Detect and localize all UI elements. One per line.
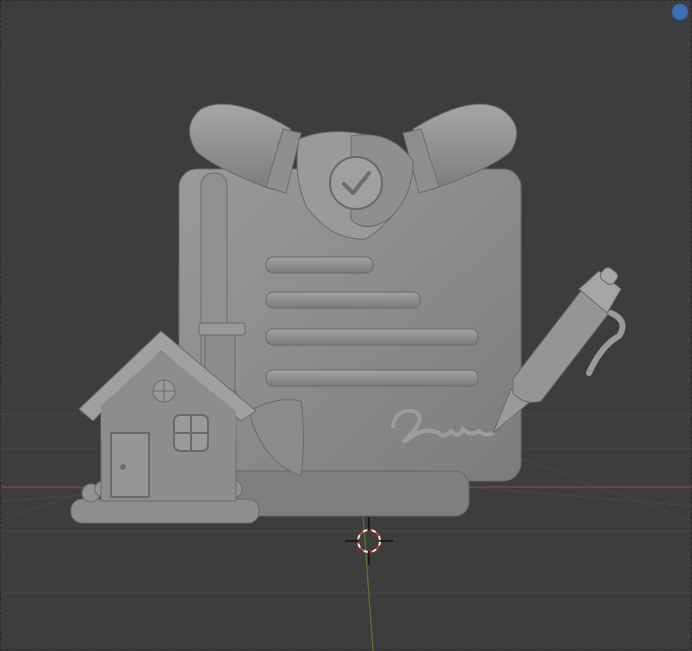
door [110,432,150,498]
badge-circle [329,156,383,210]
doc-line-2 [265,291,421,309]
house-icon[interactable] [70,322,260,524]
viewport-scene[interactable] [1,1,692,651]
doc-line-1 [265,256,374,274]
3d-viewport[interactable] [0,0,692,651]
navigation-gizmo-dot[interactable] [671,3,689,21]
doc-line-3 [265,328,479,346]
3d-cursor-icon[interactable] [345,517,393,565]
doc-line-4 [265,369,479,387]
